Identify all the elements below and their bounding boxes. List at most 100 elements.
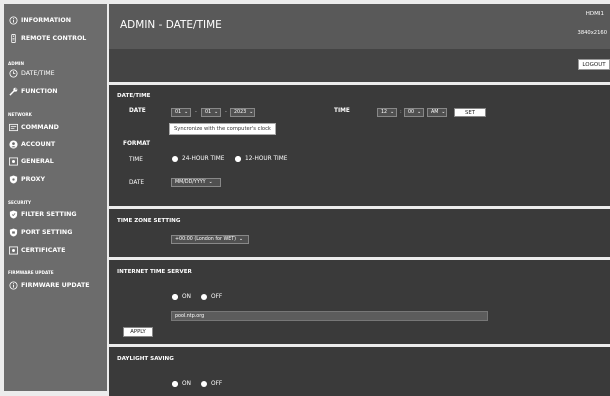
sidebar-item-date-time[interactable]: DATE/TIME xyxy=(8,69,55,78)
toolbar xyxy=(109,49,610,82)
dst-on-radio[interactable]: ON xyxy=(172,381,191,387)
year-select[interactable]: 2023 ⌄ xyxy=(230,108,255,117)
info-icon xyxy=(8,16,18,25)
sidebar-category-admin: ADMIN xyxy=(8,61,24,66)
input-source-label: HDMI1 xyxy=(585,11,604,17)
section-title: TIME ZONE SETTING xyxy=(117,218,181,224)
radio-dot xyxy=(201,381,207,387)
date-separator: - xyxy=(195,109,197,115)
year-value: 2023 xyxy=(234,110,247,115)
chevron-down-icon: ⌄ xyxy=(208,180,213,185)
sidebar-item-certificate[interactable]: CERTIFICATE xyxy=(8,246,65,255)
network-shield-icon xyxy=(8,175,18,184)
minute-value: 00 xyxy=(408,110,415,115)
month-select[interactable]: 01 ⌄ xyxy=(171,108,191,117)
info-icon xyxy=(8,281,18,290)
minute-select[interactable]: 00 ⌄ xyxy=(404,108,424,117)
time-zone-section: TIME ZONE SETTING +00:00 (London for WET… xyxy=(109,209,610,257)
sidebar-item-remote-control[interactable]: REMOTE CONTROL xyxy=(8,34,86,43)
main-content: ADMIN - DATE/TIME HDMI1 3840x2160 LOGOUT… xyxy=(109,4,610,396)
dst-off-radio[interactable]: OFF xyxy=(201,381,222,387)
command-icon xyxy=(8,123,18,132)
sidebar-item-port-setting[interactable]: PORT SETTING xyxy=(8,228,72,237)
month-value: 01 xyxy=(175,110,182,115)
sidebar: INFORMATION REMOTE CONTROL ADMIN DATE/TI… xyxy=(4,4,107,391)
sidebar-item-account[interactable]: ACCOUNT xyxy=(8,140,55,149)
radio-label: 24-HOUR TIME xyxy=(182,156,225,162)
radio-dot xyxy=(201,294,207,300)
resolution-label: 3840x2160 xyxy=(577,30,607,36)
sidebar-item-label: REMOTE CONTROL xyxy=(21,35,87,42)
logout-button[interactable]: LOGOUT xyxy=(578,59,610,70)
internet-time-server-section: INTERNET TIME SERVER ON OFF pool.ntp.org… xyxy=(109,260,610,344)
sidebar-item-function[interactable]: FUNCTION xyxy=(8,87,58,96)
sidebar-item-filter-setting[interactable]: FILTER SETTING xyxy=(8,210,77,219)
format-time-label: TIME xyxy=(129,157,143,163)
section-title: DATE/TIME xyxy=(117,93,151,99)
ntp-on-radio[interactable]: ON xyxy=(172,294,191,300)
radio-24-hour[interactable]: 24-HOUR TIME xyxy=(172,156,224,162)
radio-label: OFF xyxy=(211,381,223,387)
time-separator: : xyxy=(400,109,402,115)
ampm-select[interactable]: AM ⌄ xyxy=(427,108,447,117)
sidebar-category-firmware: FIRMWARE UPDATE xyxy=(8,270,54,275)
page-title: ADMIN - DATE/TIME xyxy=(120,19,222,31)
certificate-icon xyxy=(8,246,18,255)
sidebar-category-network: NETWORK xyxy=(8,112,32,117)
sidebar-item-command[interactable]: COMMAND xyxy=(8,123,59,132)
hour-select[interactable]: 12 ⌄ xyxy=(377,108,397,117)
time-zone-select[interactable]: +00:00 (London for WET) ⌄ xyxy=(171,235,249,244)
format-date-label: DATE xyxy=(129,180,145,186)
radio-12-hour[interactable]: 12-HOUR TIME xyxy=(235,156,287,162)
sidebar-item-information[interactable]: INFORMATION xyxy=(8,16,71,25)
date-time-section: DATE/TIME DATE 01 ⌄ - 01 ⌄ - 2023 ⌄ TIME 12… xyxy=(109,85,610,206)
ntp-server-input[interactable]: pool.ntp.org xyxy=(171,311,488,321)
sidebar-category-security: SECURITY xyxy=(8,200,32,205)
radio-label: OFF xyxy=(211,294,223,300)
radio-label: 12-HOUR TIME xyxy=(245,156,288,162)
shield-icon xyxy=(8,210,18,219)
sidebar-item-label: FUNCTION xyxy=(21,88,58,95)
chevron-down-icon: ⌄ xyxy=(390,110,395,115)
day-select[interactable]: 01 ⌄ xyxy=(201,108,221,117)
day-value: 01 xyxy=(205,110,212,115)
sidebar-item-label: GENERAL xyxy=(21,158,54,165)
chevron-down-icon: ⌄ xyxy=(249,110,254,115)
sidebar-item-proxy[interactable]: PROXY xyxy=(8,175,45,184)
chevron-down-icon: ⌄ xyxy=(239,237,244,242)
chevron-down-icon: ⌄ xyxy=(184,110,189,115)
sync-tooltip: Syncronize with the computer's clock xyxy=(169,123,276,135)
sidebar-item-label: INFORMATION xyxy=(21,17,72,24)
set-time-button[interactable]: SET xyxy=(454,108,486,117)
clock-icon xyxy=(8,69,18,78)
sidebar-item-label: FILTER SETTING xyxy=(21,211,77,218)
radio-dot-selected xyxy=(172,294,178,300)
time-zone-value: +00:00 (London for WET) xyxy=(175,237,237,242)
date-label: DATE xyxy=(129,108,146,114)
section-title: DAYLIGHT SAVING xyxy=(117,356,174,362)
sidebar-item-label: COMMAND xyxy=(21,124,59,131)
sidebar-item-label: CERTIFICATE xyxy=(21,247,66,254)
radio-label: ON xyxy=(182,381,191,387)
sidebar-item-firmware-update[interactable]: FIRMWARE UPDATE xyxy=(8,281,90,290)
radio-label: ON xyxy=(182,294,191,300)
radio-dot xyxy=(172,156,178,162)
date-format-select[interactable]: MM/DD/YYYY ⌄ xyxy=(171,178,221,187)
daylight-saving-section: DAYLIGHT SAVING ON OFF xyxy=(109,347,610,396)
radio-dot-selected xyxy=(235,156,241,162)
page-header: ADMIN - DATE/TIME HDMI1 3840x2160 xyxy=(109,4,610,49)
section-title: INTERNET TIME SERVER xyxy=(117,269,192,275)
chevron-down-icon: ⌄ xyxy=(417,110,422,115)
general-icon xyxy=(8,157,18,166)
sidebar-item-general[interactable]: GENERAL xyxy=(8,157,54,166)
apply-button[interactable]: APPLY xyxy=(123,327,153,337)
radio-dot-selected xyxy=(172,381,178,387)
ntp-off-radio[interactable]: OFF xyxy=(201,294,222,300)
chevron-down-icon: ⌄ xyxy=(441,110,446,115)
user-icon xyxy=(8,140,18,149)
sidebar-item-label: PORT SETTING xyxy=(21,229,73,236)
sidebar-item-label: FIRMWARE UPDATE xyxy=(21,282,90,289)
ampm-value: AM xyxy=(431,110,439,115)
date-separator: - xyxy=(225,109,227,115)
format-title: FORMAT xyxy=(123,141,151,147)
